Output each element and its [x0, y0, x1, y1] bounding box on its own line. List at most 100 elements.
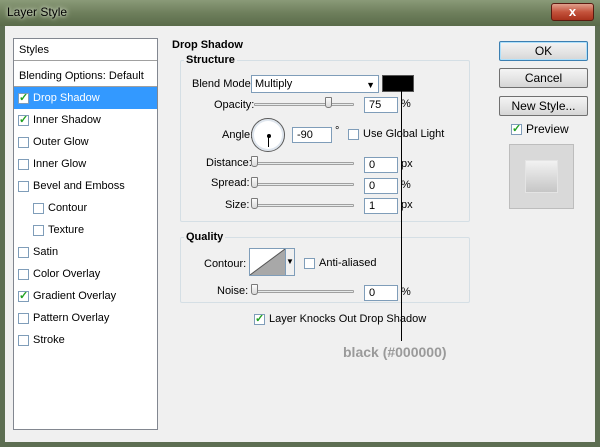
size-unit: px	[401, 199, 413, 211]
style-item-inner-glow[interactable]: Inner Glow	[14, 153, 157, 175]
style-item-checkbox[interactable]	[18, 113, 29, 126]
style-item-pattern-overlay[interactable]: Pattern Overlay	[14, 307, 157, 329]
spread-unit: %	[401, 179, 411, 191]
window-title: Layer Style	[7, 5, 68, 19]
close-button[interactable]: x	[551, 3, 594, 21]
style-item-checkbox[interactable]	[18, 91, 29, 104]
size-label: Size:	[225, 199, 250, 211]
distance-unit: px	[401, 158, 413, 170]
preview-toggle[interactable]: Preview	[511, 122, 569, 136]
style-item-stroke[interactable]: Stroke	[14, 329, 157, 351]
angle-input[interactable]: -90	[292, 127, 332, 143]
style-item-checkbox[interactable]	[18, 246, 29, 258]
noise-input[interactable]: 0	[364, 285, 398, 301]
contour-dropdown-arrow[interactable]: ▼	[285, 248, 295, 276]
style-item-checkbox[interactable]	[18, 268, 29, 280]
style-item-checkbox[interactable]	[18, 312, 29, 324]
style-item-label: Texture	[48, 224, 85, 236]
blending-options-label: Blending Options: Default	[19, 69, 144, 82]
use-global-light-label: Use Global Light	[363, 128, 445, 140]
chevron-down-icon: ▼	[366, 80, 375, 90]
anti-aliased-toggle[interactable]: Anti-aliased	[304, 257, 376, 269]
style-item-checkbox[interactable]	[18, 289, 29, 302]
blend-mode-value: Multiply	[255, 78, 293, 90]
use-global-light-checkbox[interactable]	[348, 128, 359, 140]
anti-aliased-label: Anti-aliased	[319, 257, 377, 269]
quality-title: Quality	[184, 231, 226, 243]
size-slider[interactable]	[254, 204, 354, 207]
style-item-label: Bevel and Emboss	[33, 180, 125, 192]
distance-label: Distance:	[206, 157, 252, 169]
style-item-texture[interactable]: Texture	[14, 219, 157, 241]
style-item-bevel-and-emboss[interactable]: Bevel and Emboss	[14, 175, 157, 197]
opacity-input[interactable]: 75	[364, 97, 398, 113]
anti-aliased-checkbox[interactable]	[304, 257, 315, 269]
style-item-label: Contour	[48, 202, 88, 214]
noise-unit: %	[401, 286, 411, 298]
angle-dial[interactable]	[251, 118, 285, 152]
style-item-label: Gradient Overlay	[33, 290, 117, 302]
shadow-color-swatch[interactable]	[382, 75, 414, 92]
contour-label: Contour:	[204, 258, 247, 270]
preview-checkbox[interactable]	[511, 122, 522, 135]
blending-options-item[interactable]: Blending Options: Default	[14, 65, 157, 87]
style-item-label: Stroke	[33, 334, 65, 346]
style-item-checkbox[interactable]	[33, 224, 44, 236]
distance-slider-handle[interactable]	[251, 156, 258, 167]
section-title: Drop Shadow	[172, 39, 243, 51]
contour-curve-icon	[250, 249, 285, 275]
styles-list: Styles Blending Options: Default Drop Sh…	[13, 38, 158, 430]
opacity-unit: %	[401, 98, 411, 110]
style-item-label: Drop Shadow	[33, 92, 100, 104]
styles-header[interactable]: Styles	[14, 39, 157, 61]
use-global-light-toggle[interactable]: Use Global Light	[348, 128, 444, 140]
style-item-color-overlay[interactable]: Color Overlay	[14, 263, 157, 285]
style-item-label: Color Overlay	[33, 268, 101, 280]
opacity-slider-handle[interactable]	[325, 97, 332, 108]
size-input[interactable]: 1	[364, 198, 398, 214]
style-item-label: Satin	[33, 246, 59, 258]
style-item-outer-glow[interactable]: Outer Glow	[14, 131, 157, 153]
style-item-contour[interactable]: Contour	[14, 197, 157, 219]
style-item-checkbox[interactable]	[18, 158, 29, 170]
size-slider-handle[interactable]	[251, 198, 258, 209]
spread-slider[interactable]	[254, 183, 354, 186]
knockout-checkbox[interactable]	[254, 312, 265, 325]
noise-slider[interactable]	[254, 290, 354, 293]
structure-title: Structure	[184, 54, 237, 66]
annotation-line	[401, 84, 402, 341]
style-item-inner-shadow[interactable]: Inner Shadow	[14, 109, 157, 131]
style-item-gradient-overlay[interactable]: Gradient Overlay	[14, 285, 157, 307]
blend-mode-select[interactable]: Multiply ▼	[251, 75, 379, 93]
angle-label: Angle:	[222, 129, 254, 141]
layer-style-dialog: Styles Blending Options: Default Drop Sh…	[5, 26, 595, 442]
knockout-label: Layer Knocks Out Drop Shadow	[269, 313, 427, 325]
cancel-button[interactable]: Cancel	[499, 68, 588, 88]
blend-mode-label: Blend Mode:	[192, 78, 254, 90]
opacity-label: Opacity:	[214, 99, 255, 111]
ok-button[interactable]: OK	[499, 41, 588, 61]
style-item-checkbox[interactable]	[18, 136, 29, 148]
style-item-checkbox[interactable]	[18, 180, 29, 192]
style-item-checkbox[interactable]	[18, 334, 29, 346]
distance-input[interactable]: 0	[364, 157, 398, 173]
noise-slider-handle[interactable]	[251, 284, 258, 295]
spread-input[interactable]: 0	[364, 178, 398, 194]
preview-label: Preview	[526, 122, 569, 136]
angle-dial-needle	[268, 135, 269, 147]
annotation-label: black (#000000)	[343, 344, 447, 360]
style-item-label: Pattern Overlay	[33, 312, 110, 324]
opacity-slider[interactable]	[254, 103, 354, 106]
style-item-label: Inner Shadow	[33, 114, 101, 126]
distance-slider[interactable]	[254, 162, 354, 165]
style-item-satin[interactable]: Satin	[14, 241, 157, 263]
style-item-checkbox[interactable]	[33, 202, 44, 214]
style-item-drop-shadow[interactable]: Drop Shadow	[14, 87, 157, 109]
noise-label: Noise:	[217, 285, 249, 297]
style-preview	[509, 144, 574, 209]
spread-slider-handle[interactable]	[251, 177, 258, 188]
new-style-button[interactable]: New Style...	[499, 96, 588, 116]
title-bar: Layer Style x	[0, 0, 600, 26]
style-item-label: Inner Glow	[33, 158, 87, 170]
contour-picker[interactable]	[249, 248, 286, 276]
